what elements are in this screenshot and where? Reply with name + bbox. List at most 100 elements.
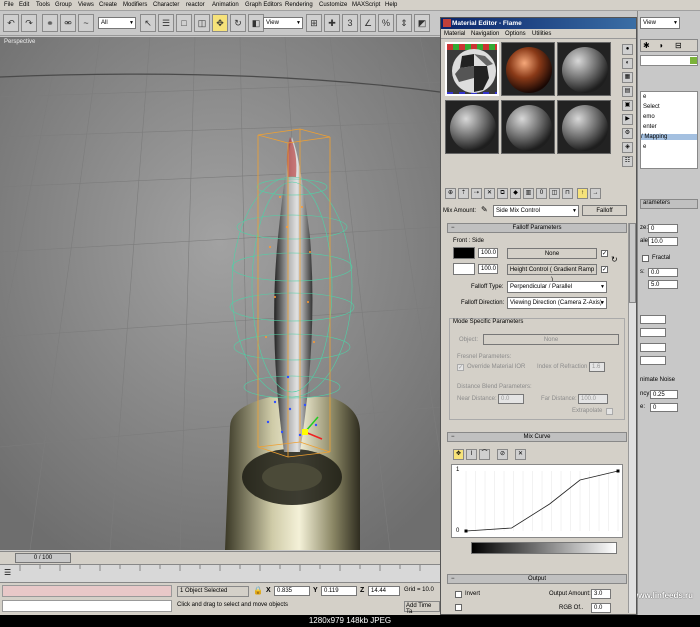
modifier-list[interactable]: e Select emo enter / Mapping e (640, 91, 698, 169)
lock-selection-icon[interactable]: 🔒 (253, 586, 263, 595)
swap-colors-icon[interactable]: ↻ (611, 255, 618, 264)
select-and-rotate-icon[interactable]: ↻ (230, 14, 246, 32)
me-menu-material[interactable]: Material (444, 31, 465, 37)
perspective-viewport[interactable]: Perspective (0, 37, 440, 550)
modifier-list-item[interactable]: enter (643, 124, 657, 130)
y-coord-field[interactable]: 0.119 (321, 586, 357, 596)
menu-item-customize[interactable]: Customize (319, 2, 347, 8)
backlight-icon[interactable]: ◐ (622, 58, 633, 69)
spinner-snap-icon[interactable]: ⇕ (396, 14, 412, 32)
map-name-field[interactable]: Side Mix Control ▼ (493, 205, 579, 217)
viewport-combo[interactable]: View ▼ (640, 17, 680, 29)
menu-item-reactor[interactable]: reactor (186, 2, 205, 8)
param-field[interactable]: 0.0 (648, 268, 678, 277)
select-by-name-icon[interactable]: ☰ (158, 14, 174, 32)
clamp-checkbox[interactable] (455, 604, 462, 611)
make-unique-icon[interactable]: ◆ (510, 188, 521, 199)
modifier-list-item[interactable]: e (643, 94, 646, 100)
bind-space-warp-icon[interactable]: ~ (78, 14, 94, 32)
track-bar[interactable]: ☰ (0, 564, 440, 582)
put-to-scene-icon[interactable]: ⇡ (458, 188, 469, 199)
unlink-icon[interactable]: ⚮ (60, 14, 76, 32)
rollout-scrollbar[interactable] (628, 223, 636, 613)
menu-item-views[interactable]: Views (78, 2, 94, 8)
create-tab-icon[interactable]: ✱ (643, 41, 650, 50)
front-color-swatch[interactable] (453, 247, 475, 259)
select-object-icon[interactable]: ↖ (140, 14, 156, 32)
reset-curve-icon[interactable]: ✕ (515, 449, 526, 460)
sample-slot-5[interactable] (501, 100, 555, 154)
side-map-checkbox[interactable]: ✓ (601, 266, 608, 273)
falloff-direction-dropdown[interactable]: Viewing Direction (Camera Z-Axis) ▼ (507, 297, 607, 309)
sample-slot-4[interactable] (445, 100, 499, 154)
angle-snap-icon[interactable]: ∠ (360, 14, 376, 32)
modify-tab-icon[interactable]: ◗ (659, 41, 664, 50)
reset-map-icon[interactable]: ✕ (484, 188, 495, 199)
near-distance-spinner[interactable]: 0.0 (498, 394, 524, 404)
insert-point-icon[interactable]: ⌒ (479, 449, 490, 460)
material-navigator-icon[interactable]: ☷ (622, 156, 633, 167)
parameters-rollout-header[interactable]: arameters (640, 199, 698, 209)
viewport-label[interactable]: Perspective (4, 39, 35, 45)
scale-point-icon[interactable]: I (466, 449, 477, 460)
uv-tiling-icon[interactable]: ▤ (622, 86, 633, 97)
hierarchy-tab-icon[interactable]: ⊟ (675, 41, 682, 50)
frequency-field[interactable]: 0.25 (650, 390, 678, 399)
front-map-checkbox[interactable]: ✓ (601, 250, 608, 257)
maxscript-listener-mini[interactable] (2, 585, 172, 597)
menu-item-create[interactable]: Create (99, 2, 117, 8)
named-selection-icon[interactable]: ◩ (414, 14, 430, 32)
percent-snap-icon[interactable]: % (378, 14, 394, 32)
sample-type-icon[interactable]: ● (622, 44, 633, 55)
sample-slot-1[interactable] (445, 42, 499, 96)
output-rollout-header[interactable]: − Output (447, 574, 627, 584)
map-type-button[interactable]: Falloff (582, 205, 627, 216)
modifier-list-item[interactable]: e (643, 144, 646, 150)
menu-item-file[interactable]: File (4, 2, 14, 8)
move-point-icon[interactable]: ✥ (453, 449, 464, 460)
pivot-center-icon[interactable]: ⊞ (306, 14, 322, 32)
rgb-offset-spinner[interactable]: 0.0 (591, 603, 611, 613)
front-amount-spinner[interactable]: 100.0 (478, 248, 498, 258)
window-crossing-icon[interactable]: ◫ (194, 14, 210, 32)
ior-spinner[interactable]: 1.6 (589, 362, 605, 372)
me-menu-options[interactable]: Options (505, 31, 526, 37)
get-material-icon[interactable]: ⊕ (445, 188, 456, 199)
sample-slot-6[interactable] (557, 100, 611, 154)
far-distance-spinner[interactable]: 100.0 (578, 394, 608, 404)
phase-field[interactable]: 0 (650, 403, 678, 412)
menu-item-graph-editors[interactable]: Graph Editors (245, 2, 282, 8)
make-preview-icon[interactable]: ▶ (622, 114, 633, 125)
mix-curve-rollout-header[interactable]: − Mix Curve (447, 432, 627, 442)
object-color-swatch[interactable] (690, 57, 697, 64)
mix-curve-graph[interactable]: 1 0 (451, 464, 623, 538)
me-menu-navigation[interactable]: Navigation (471, 31, 499, 37)
me-menu-utilities[interactable]: Utilities (532, 31, 551, 37)
put-to-library-icon[interactable]: ▥ (523, 188, 534, 199)
snap-toggle-icon[interactable]: 3 (342, 14, 358, 32)
object-pick-button[interactable]: None (483, 334, 619, 345)
select-manipulate-icon[interactable]: ✚ (324, 14, 340, 32)
side-amount-spinner[interactable]: 100.0 (478, 264, 498, 274)
time-slider-track[interactable]: 0 / 100 (0, 551, 440, 564)
menu-item-edit[interactable]: Edit (19, 2, 29, 8)
z-coord-field[interactable]: 14.44 (368, 586, 400, 596)
eyedropper-icon[interactable]: ✎ (481, 205, 488, 214)
fractal-checkbox[interactable] (642, 255, 649, 262)
rectangular-selection-icon[interactable]: □ (176, 14, 192, 32)
param-field[interactable]: 10.0 (648, 237, 678, 246)
time-slider-thumb[interactable]: 0 / 100 (15, 553, 71, 563)
menu-item-group[interactable]: Group (55, 2, 72, 8)
param-field[interactable]: 0 (648, 224, 678, 233)
param-field[interactable]: 5.0 (648, 280, 678, 289)
selection-filter-dropdown[interactable]: All ▼ (98, 17, 136, 29)
delete-point-icon[interactable]: ⊘ (497, 449, 508, 460)
invert-checkbox[interactable] (455, 591, 462, 598)
make-copy-icon[interactable]: ⧉ (497, 188, 508, 199)
select-and-move-icon[interactable]: ✥ (212, 14, 228, 32)
menu-item-character[interactable]: Character (153, 2, 179, 8)
extrapolate-checkbox[interactable] (606, 408, 613, 415)
assign-to-selection-icon[interactable]: ⇢ (471, 188, 482, 199)
add-time-tag-button[interactable]: Add Time Ta (404, 601, 440, 615)
menu-item-modifiers[interactable]: Modifiers (123, 2, 147, 8)
